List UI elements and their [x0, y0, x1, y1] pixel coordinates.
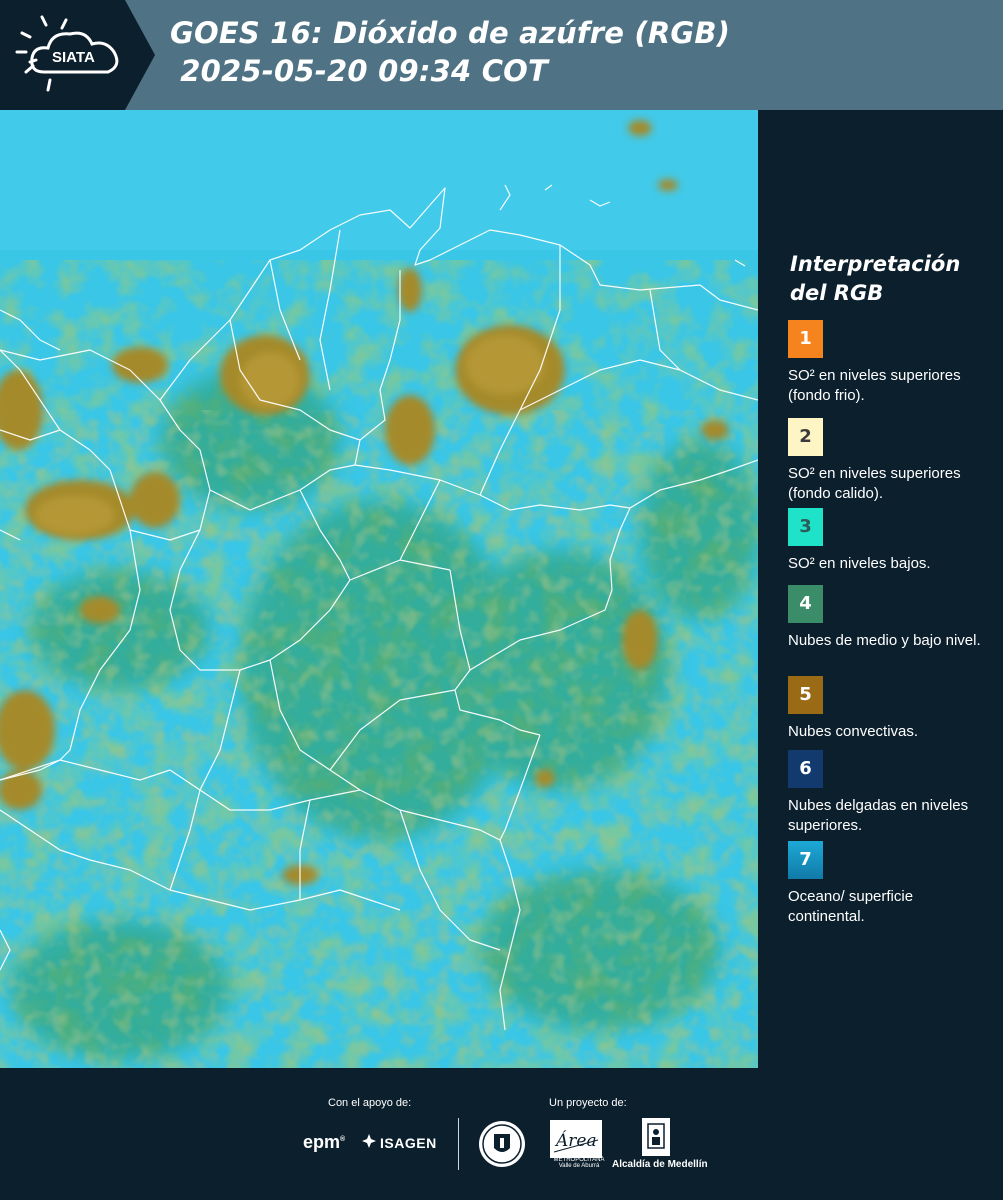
isagen-mark-icon [362, 1134, 376, 1151]
legend-label-4: Nubes de medio y bajo nivel. [788, 632, 981, 649]
title-timestamp: 2025-05-20 09:34 COT [170, 54, 549, 88]
rgb-legend: Interpretación del RGB 1 SO² en niveles … [760, 110, 1003, 1068]
legend-swatch-5: 5 [788, 676, 823, 714]
page-title: GOES 16: Dióxido de azúfre (RGB) 2025-05… [170, 14, 730, 90]
support-label: Con el apoyo de: [328, 1097, 412, 1109]
medellin-seal-icon[interactable] [478, 1120, 526, 1168]
svg-text:Área: Área [554, 1130, 597, 1151]
legend-title-line2: del RGB [790, 281, 884, 305]
area-metropolitana-label: METROPOLITANA Valle de Aburrá [553, 1157, 605, 1169]
legend-label-7: Oceano/ superficie continental. [788, 888, 914, 925]
legend-item: 6 Nubes delgadas en niveles superiores. [788, 750, 993, 836]
isagen-label: ISAGEN [380, 1135, 437, 1151]
legend-label-3: SO² en niveles bajos. [788, 555, 931, 572]
legend-title-line1: Interpretación [790, 252, 961, 276]
legend-swatch-2: 2 [788, 418, 823, 456]
header-bar: SIATA GOES 16: Dióxido de azúfre (RGB) 2… [0, 0, 1003, 110]
title-product: GOES 16: Dióxido de azúfre (RGB) [170, 16, 731, 50]
legend-item: 5 Nubes convectivas. [788, 676, 993, 742]
epm-logo[interactable]: epm® [303, 1132, 345, 1153]
legend-label-1: SO² en niveles superiores (fondo frio). [788, 367, 961, 404]
legend-swatch-7: 7 [788, 841, 823, 879]
legend-label-2: SO² en niveles superiores (fondo calido)… [788, 465, 961, 502]
footer-sponsors: Con el apoyo de: Un proyecto de: epm® IS… [0, 1068, 1003, 1200]
legend-title: Interpretación del RGB [790, 250, 960, 308]
legend-swatch-1: 1 [788, 320, 823, 358]
legend-label-5: Nubes convectivas. [788, 723, 919, 740]
legend-item: 7 Oceano/ superficie continental. [788, 841, 993, 927]
legend-swatch-3: 3 [788, 508, 823, 546]
satellite-map[interactable] [0, 110, 758, 1070]
legend-item: 4 Nubes de medio y bajo nivel. [788, 585, 993, 651]
legend-item: 3 SO² en niveles bajos. [788, 508, 993, 574]
footer-divider [458, 1118, 459, 1170]
siata-logo[interactable]: SIATA [0, 0, 155, 110]
legend-label-6: Nubes delgadas en niveles superiores. [788, 797, 969, 834]
alcaldia-label: Alcaldía de Medellín [612, 1159, 708, 1170]
legend-swatch-4: 4 [788, 585, 823, 623]
svg-text:SIATA: SIATA [52, 49, 95, 66]
project-label: Un proyecto de: [549, 1097, 627, 1109]
legend-item: 2 SO² en niveles superiores (fondo calid… [788, 418, 993, 516]
isagen-logo[interactable]: ISAGEN [362, 1134, 437, 1151]
alcaldia-shield-icon[interactable] [642, 1118, 670, 1156]
legend-swatch-6: 6 [788, 750, 823, 788]
legend-item: 1 SO² en niveles superiores (fondo frio)… [788, 320, 993, 406]
